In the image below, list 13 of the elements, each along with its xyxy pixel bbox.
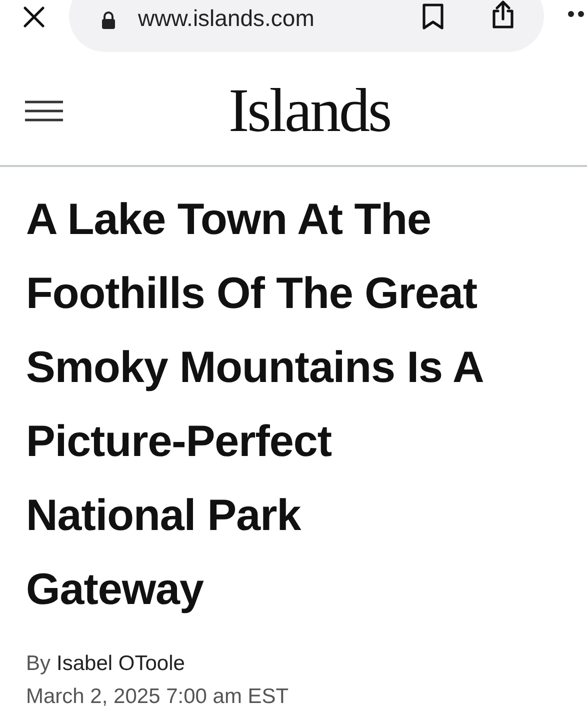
share-icon[interactable]: [490, 0, 516, 30]
publish-date: March 2, 2025 7:00 am EST: [26, 686, 290, 707]
author-link[interactable]: Isabel OToole: [56, 653, 185, 674]
byline-label: By: [26, 653, 51, 674]
article-title: A Lake Town At The Foothills Of The Great Smoky Mountains Is A Picture-Perfect National Park Gateway: [26, 194, 485, 616]
close-icon[interactable]: [22, 5, 46, 29]
bookmark-icon[interactable]: [422, 3, 444, 30]
site-logo[interactable]: Islands: [228, 80, 390, 142]
menu-icon[interactable]: [25, 100, 63, 122]
url-text: www.islands.com: [138, 7, 314, 30]
more-icon[interactable]: [567, 10, 587, 18]
address-bar[interactable]: www.islands.com: [69, 0, 544, 52]
lock-icon: [101, 11, 116, 30]
